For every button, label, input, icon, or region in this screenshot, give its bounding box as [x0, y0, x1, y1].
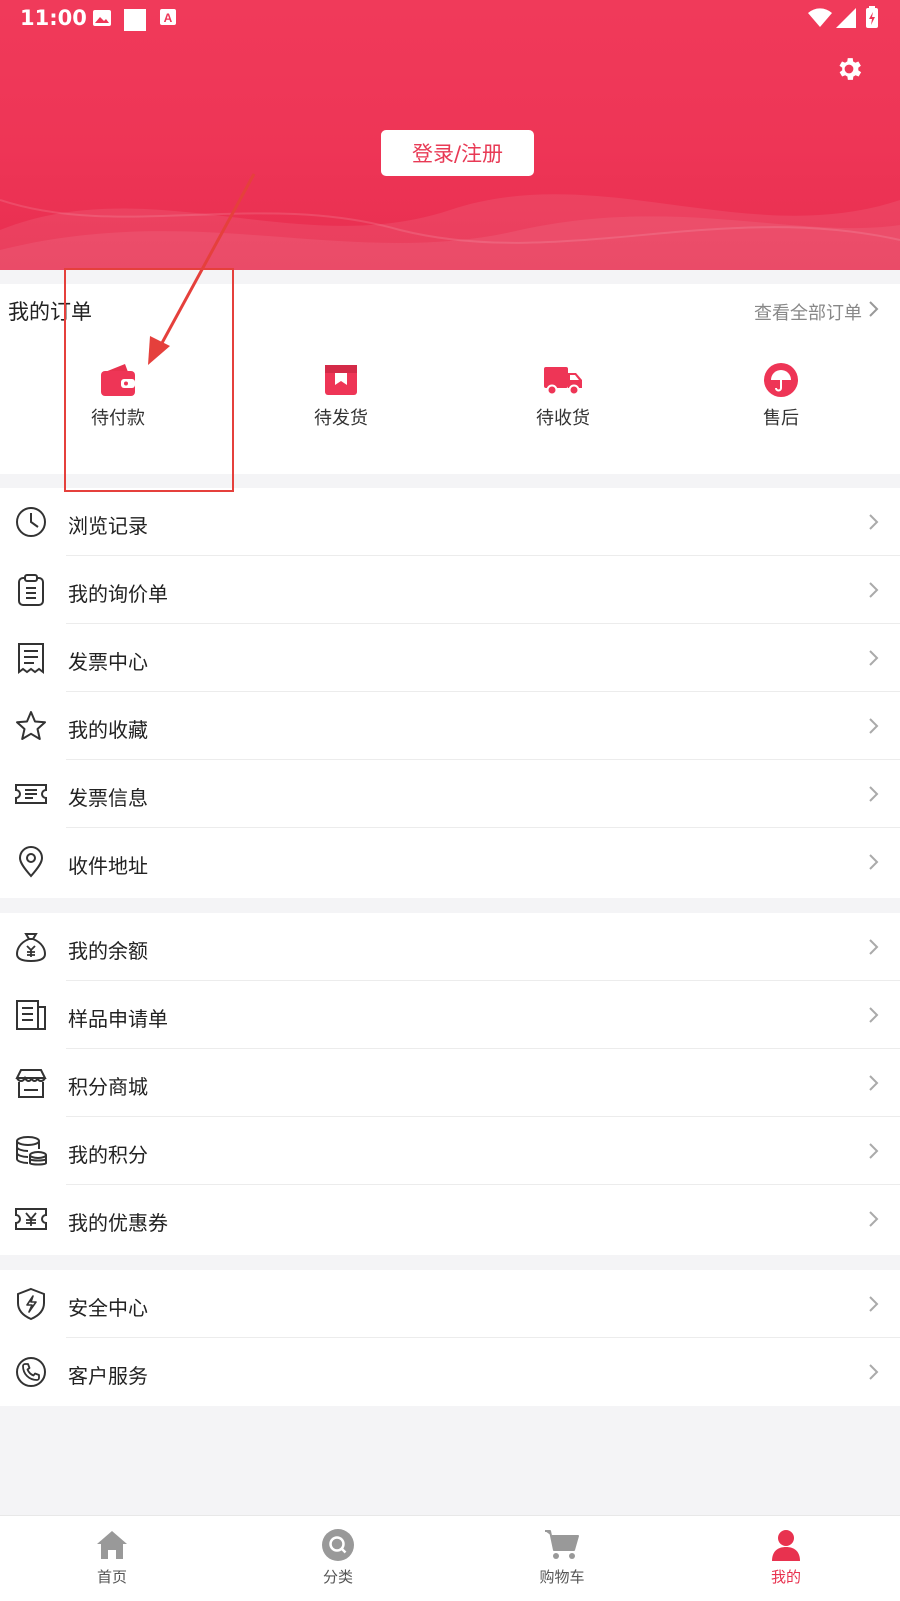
umbrella-icon — [764, 363, 798, 397]
menu-item-coupons[interactable]: 我的优惠券 — [0, 1185, 900, 1253]
menu-item-customer-service[interactable]: 客户服务 — [0, 1338, 900, 1406]
menu-item-browse-history[interactable]: 浏览记录 — [0, 488, 900, 556]
phone-icon — [16, 1357, 46, 1387]
menu-item-label: 积分商城 — [68, 1075, 148, 1099]
menu-item-label: 我的收藏 — [68, 718, 148, 742]
chevron-right-icon — [869, 786, 879, 802]
battery-icon — [866, 6, 878, 28]
search-icon — [322, 1529, 354, 1561]
document-icon — [16, 1000, 46, 1030]
bottom-tab-bar: 首页 分类 购物车 我的 — [0, 1515, 900, 1601]
menu-item-label: 客户服务 — [68, 1364, 148, 1388]
menu-item-label: 我的询价单 — [68, 582, 168, 606]
menu-item-label: 我的优惠券 — [68, 1211, 168, 1235]
tab-label: 首页 — [96, 1568, 127, 1586]
order-label: 待发货 — [314, 408, 368, 429]
svg-text:A: A — [164, 11, 173, 25]
menu-item-security-center[interactable]: 安全中心 — [0, 1270, 900, 1338]
chevron-right-icon — [869, 301, 879, 317]
chevron-right-icon — [869, 1075, 879, 1091]
truck-icon — [544, 367, 582, 396]
chevron-right-icon — [869, 1007, 879, 1023]
view-all-orders-link[interactable]: 查看全部订单 — [754, 299, 862, 325]
menu-group-records: 浏览记录 我的询价单 发票中心 我的收藏 发票信息 收件地址 — [0, 488, 900, 898]
menu-item-shipping-address[interactable]: 收件地址 — [0, 828, 900, 896]
menu-item-label: 浏览记录 — [68, 514, 148, 538]
home-icon — [97, 1531, 127, 1559]
order-pending-receipt[interactable]: 待收货 — [508, 362, 618, 430]
chevron-right-icon — [869, 582, 879, 598]
menu-group-assets: 我的余额 样品申请单 积分商城 我的积分 我的优惠券 — [0, 913, 900, 1255]
chevron-right-icon — [869, 1296, 879, 1312]
order-pending-shipment[interactable]: 待发货 — [286, 362, 396, 430]
square-icon — [124, 9, 146, 31]
tab-category[interactable]: 分类 — [288, 1528, 388, 1587]
menu-item-label: 安全中心 — [68, 1296, 148, 1320]
package-icon — [325, 365, 357, 395]
coins-icon — [16, 1136, 47, 1166]
tab-label: 我的 — [770, 1568, 801, 1586]
cart-icon — [545, 1530, 579, 1559]
menu-item-label: 我的积分 — [68, 1143, 148, 1167]
tab-label: 分类 — [322, 1568, 353, 1586]
menu-item-label: 样品申请单 — [68, 1007, 168, 1031]
menu-item-my-points[interactable]: 我的积分 — [0, 1117, 900, 1185]
notification-a-icon: A — [160, 9, 176, 25]
menu-item-balance[interactable]: 我的余额 — [0, 913, 900, 981]
annotation-highlight-box — [64, 268, 234, 492]
chevron-right-icon — [869, 854, 879, 870]
login-register-button[interactable]: 登录/注册 — [381, 130, 534, 176]
tab-mine[interactable]: 我的 — [736, 1528, 836, 1587]
tab-home[interactable]: 首页 — [62, 1528, 162, 1587]
location-pin-icon — [18, 846, 44, 878]
chevron-right-icon — [869, 650, 879, 666]
chevron-right-icon — [869, 1364, 879, 1380]
receipt-icon — [18, 643, 44, 674]
shield-icon — [17, 1287, 45, 1321]
chevron-right-icon — [869, 1211, 879, 1227]
profile-header: 11:00 A 登录/注册 — [0, 0, 900, 270]
gallery-icon — [93, 10, 111, 26]
status-bar: 11:00 A — [0, 0, 900, 36]
menu-item-label: 我的余额 — [68, 939, 148, 963]
chevron-right-icon — [869, 718, 879, 734]
menu-item-inquiry[interactable]: 我的询价单 — [0, 556, 900, 624]
clipboard-icon — [18, 574, 44, 606]
menu-item-label: 发票信息 — [68, 786, 148, 810]
tab-cart[interactable]: 购物车 — [512, 1528, 612, 1587]
order-label: 待收货 — [536, 408, 590, 429]
menu-group-service: 安全中心 客户服务 — [0, 1270, 900, 1406]
clock-icon — [16, 507, 46, 537]
tab-label: 购物车 — [539, 1568, 585, 1586]
menu-item-points-mall[interactable]: 积分商城 — [0, 1049, 900, 1117]
star-icon — [16, 711, 46, 740]
coupon-icon — [15, 1208, 47, 1230]
chevron-right-icon — [869, 939, 879, 955]
status-time: 11:00 — [20, 6, 87, 30]
menu-item-label: 收件地址 — [68, 854, 148, 878]
user-icon — [772, 1530, 800, 1561]
order-after-sales[interactable]: 售后 — [726, 362, 836, 430]
menu-item-invoice-info[interactable]: 发票信息 — [0, 760, 900, 828]
chevron-right-icon — [869, 514, 879, 530]
wifi-icon — [808, 8, 832, 27]
menu-item-sample-request[interactable]: 样品申请单 — [0, 981, 900, 1049]
order-label: 售后 — [763, 408, 799, 429]
chevron-right-icon — [869, 1143, 879, 1159]
gear-icon[interactable] — [834, 54, 864, 84]
cellular-signal-icon — [836, 8, 856, 28]
ticket-icon — [15, 784, 47, 804]
menu-item-invoice-center[interactable]: 发票中心 — [0, 624, 900, 692]
store-icon — [15, 1069, 47, 1098]
menu-item-label: 发票中心 — [68, 650, 148, 674]
money-bag-icon — [15, 933, 47, 963]
menu-item-favorites[interactable]: 我的收藏 — [0, 692, 900, 760]
